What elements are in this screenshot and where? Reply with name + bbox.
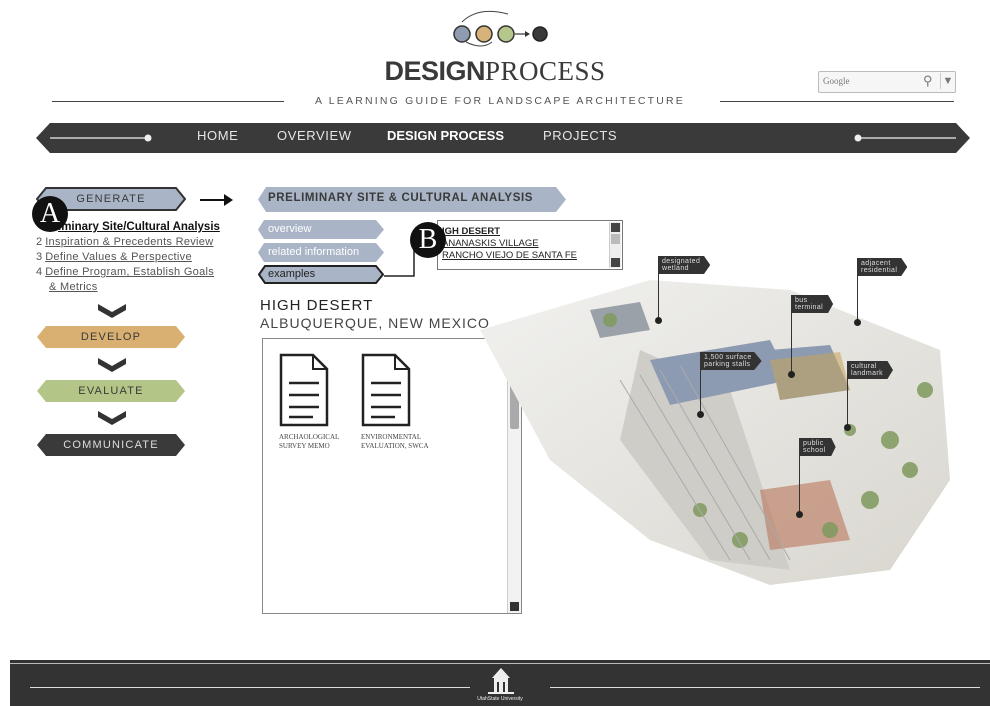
stage-evaluate-label: EVALUATE xyxy=(78,385,144,397)
stage-communicate-label: COMMUNICATE xyxy=(63,439,159,451)
annotation-badge-a: A xyxy=(32,196,68,232)
scroll-down-icon[interactable] xyxy=(510,602,519,611)
stage-generate-label: GENERATE xyxy=(76,193,146,205)
university-logo-text: UtahState University xyxy=(477,696,523,702)
section-title: PRELIMINARY SITE & CULTURAL ANALYSIS xyxy=(268,192,534,204)
step-3[interactable]: 3 Define Values & Perspective xyxy=(36,250,261,265)
project-location: ALBUQUERQUE, NEW MEXICO xyxy=(260,315,490,331)
site-title: DESIGNPROCESS xyxy=(384,56,606,86)
pin-line xyxy=(847,372,848,427)
example-high-desert[interactable]: IGH DESERT xyxy=(442,226,500,237)
arrow-right-icon xyxy=(200,194,233,206)
nav-overview[interactable]: OVERVIEW xyxy=(277,128,352,143)
stage-evaluate-button[interactable]: EVALUATE xyxy=(36,379,186,403)
nav-projects[interactable]: PROJECTS xyxy=(543,128,617,143)
tab-related-information[interactable]: related information xyxy=(268,246,359,258)
map-marker-icon xyxy=(697,411,704,418)
chevron-down-icon xyxy=(98,304,126,318)
scroll-up-icon[interactable] xyxy=(611,223,620,232)
chevron-down-icon xyxy=(98,358,126,372)
search-box: ⚲ ▼ xyxy=(818,71,956,93)
pin-line xyxy=(791,306,792,374)
project-name: HIGH DESERT xyxy=(260,297,374,314)
microphone-icon[interactable]: ▼ xyxy=(940,73,955,89)
label-public-school: public school xyxy=(799,438,836,456)
pin-line xyxy=(658,268,659,320)
nav-home[interactable]: HOME xyxy=(197,128,238,143)
document-label: ENVIRONMENTAL EVALUATION, SWCA xyxy=(361,433,429,450)
pin-line xyxy=(700,364,701,414)
stage-develop-button[interactable]: DEVELOP xyxy=(36,325,186,349)
footer: UtahState University xyxy=(10,660,990,706)
map-marker-icon xyxy=(844,424,851,431)
label-designated-wetland: designated wetland xyxy=(658,256,711,274)
step-4[interactable]: 4 Define Program, Establish Goals xyxy=(36,265,261,280)
annotation-badge-b: B xyxy=(410,222,446,258)
map-marker-icon xyxy=(854,319,861,326)
label-bus-terminal: bus terminal xyxy=(791,295,834,313)
document-label: ARCHAOLOGICAL SURVEY MEMO xyxy=(279,433,340,450)
step-list: iminary Site/Cultural Analysis 2 Inspira… xyxy=(36,220,261,295)
nav-design-process[interactable]: DESIGN PROCESS xyxy=(387,128,504,143)
document-environmental-evaluation[interactable]: ENVIRONMENTAL EVALUATION, SWCA xyxy=(361,353,431,450)
logo-icon xyxy=(453,10,548,47)
document-archaeological-survey[interactable]: ARCHAOLOGICAL SURVEY MEMO xyxy=(279,353,349,450)
stage-communicate-button[interactable]: COMMUNICATE xyxy=(36,433,186,457)
tab-examples[interactable]: examples xyxy=(268,268,315,280)
university-logo-icon[interactable] xyxy=(484,666,518,696)
pin-line xyxy=(799,450,800,514)
map-marker-icon xyxy=(788,371,795,378)
search-icon[interactable]: ⚲ xyxy=(923,73,939,89)
step-1[interactable]: iminary Site/Cultural Analysis xyxy=(36,220,261,235)
footer-line-left xyxy=(30,687,470,688)
site-plan-illustration xyxy=(480,280,950,585)
map-marker-icon xyxy=(655,317,662,324)
map-marker-icon xyxy=(796,511,803,518)
footer-divider xyxy=(10,663,990,664)
header-divider-left xyxy=(52,101,284,102)
document-icon xyxy=(361,353,411,427)
label-adjacent-residential: adjacent residential xyxy=(857,258,908,276)
stage-develop-label: DEVELOP xyxy=(80,331,142,343)
chevron-down-icon xyxy=(98,411,126,425)
footer-line-right xyxy=(550,687,980,688)
tab-overview[interactable]: overview xyxy=(268,223,311,235)
step-4-continued[interactable]: & Metrics xyxy=(36,280,261,295)
label-cultural-landmark: cultural landmark xyxy=(847,361,893,379)
search-input[interactable] xyxy=(821,74,917,88)
header-divider-right xyxy=(720,101,954,102)
step-2[interactable]: 2 Inspiration & Precedents Review xyxy=(36,235,261,250)
label-parking-stalls: 1,500 surface parking stalls xyxy=(700,352,762,370)
site-subtitle: A LEARNING GUIDE FOR LANDSCAPE ARCHITECT… xyxy=(315,95,685,107)
document-icon xyxy=(279,353,329,427)
pin-line xyxy=(857,270,858,322)
